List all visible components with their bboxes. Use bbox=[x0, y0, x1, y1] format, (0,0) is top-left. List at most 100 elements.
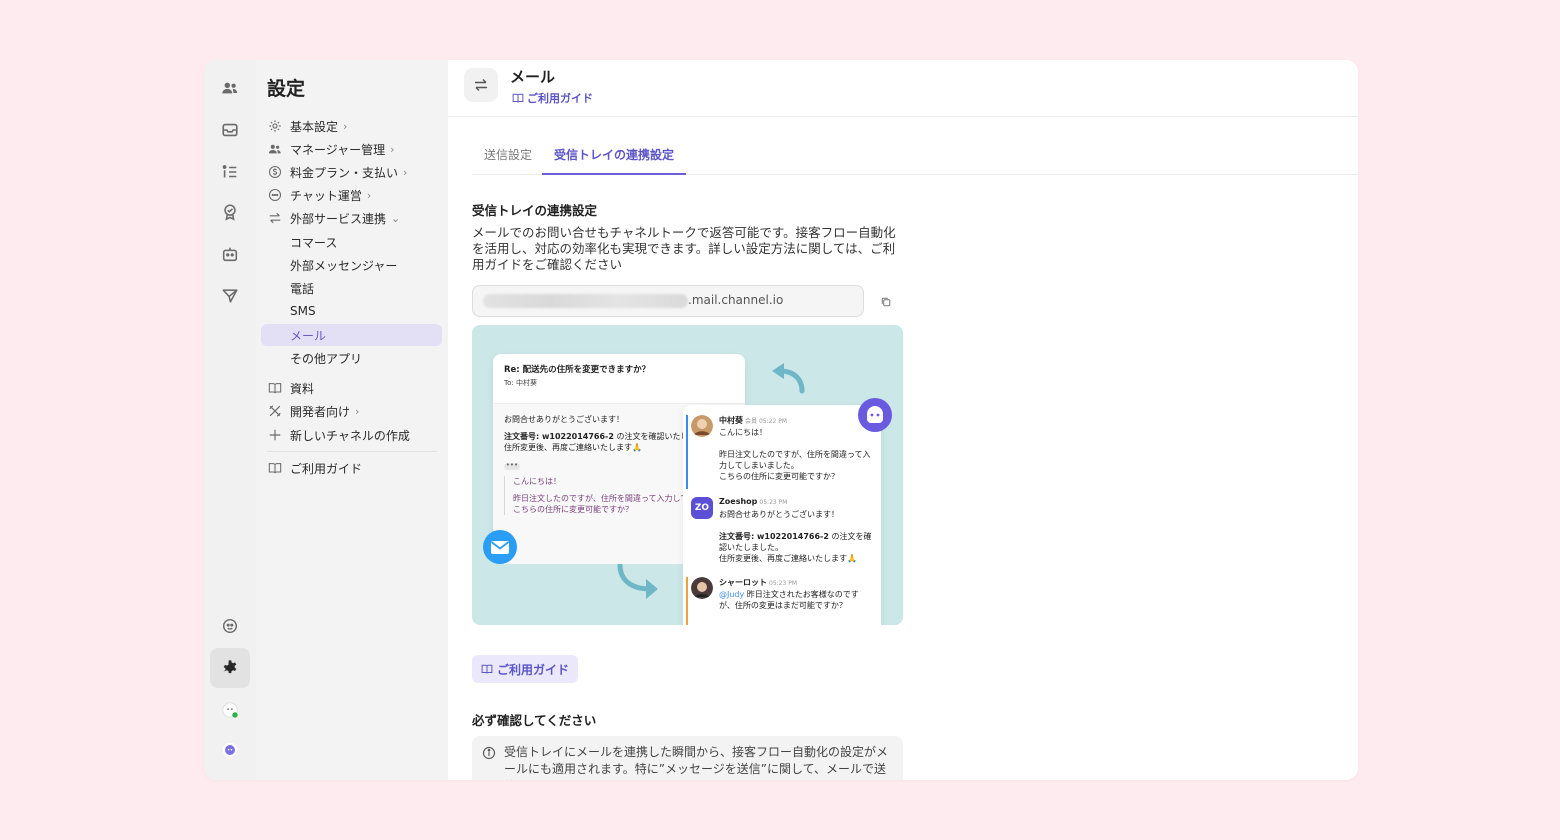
chevron-right-icon: › bbox=[390, 142, 395, 156]
plus-icon bbox=[267, 427, 283, 443]
channel-avatar-icon[interactable] bbox=[210, 690, 250, 730]
header-guide-link[interactable]: ご利用ガイド bbox=[512, 90, 593, 106]
nav-item-new-channel[interactable]: 新しいチャネルの作成 bbox=[261, 424, 442, 446]
app-window: 設定 基本設定 › マネージャー管理 › 料金プラン・支払い › チャット運営 … bbox=[204, 60, 1358, 780]
tab-send-settings[interactable]: 送信設定 bbox=[472, 147, 544, 173]
integration-illustration: Re: 配送先の住所を変更できますか？ To: 中村葵 お問合せありがとうござい… bbox=[472, 325, 903, 625]
nav-label: 開発者向け bbox=[290, 404, 351, 419]
dollar-icon bbox=[267, 164, 283, 180]
order-number: 注文番号: w1022014766-2 bbox=[719, 532, 829, 541]
settings-sidebar: 設定 基本設定 › マネージャー管理 › 料金プラン・支払い › チャット運営 … bbox=[256, 60, 449, 780]
send-icon[interactable] bbox=[210, 276, 250, 316]
message-time: 05:23 PM bbox=[769, 580, 797, 587]
thread-bar bbox=[686, 577, 688, 625]
nav-label: SMS bbox=[290, 304, 316, 318]
email-domain: .mail.channel.io bbox=[688, 293, 784, 307]
inbox-icon[interactable] bbox=[210, 110, 250, 150]
people-icon bbox=[267, 141, 283, 157]
chat-icon bbox=[267, 187, 283, 203]
chevron-right-icon: › bbox=[366, 188, 372, 202]
book-icon bbox=[512, 93, 524, 103]
nav-label: 電話 bbox=[290, 281, 315, 296]
nav-item-mail[interactable]: メール bbox=[261, 324, 442, 346]
page-header: メール ご利用ガイド bbox=[448, 60, 1358, 117]
chat-message: シャーロット 05:23 PM @Judy 昨日注文されたお客様なのですが、住所の… bbox=[691, 577, 876, 625]
gear-icon bbox=[267, 118, 283, 134]
message-time: 05:23 PM bbox=[759, 499, 788, 506]
nav-divider bbox=[267, 451, 437, 452]
email-address-field[interactable]: .mail.channel.io bbox=[472, 285, 864, 317]
nav-item-phone[interactable]: 電話 bbox=[261, 277, 442, 299]
nav-label: 料金プラン・支払い bbox=[290, 165, 399, 180]
nav-item-basic-settings[interactable]: 基本設定 › bbox=[261, 115, 442, 137]
channel-bot-icon bbox=[858, 398, 892, 432]
customer-avatar bbox=[691, 415, 713, 437]
agent-avatar bbox=[691, 577, 713, 599]
copy-icon[interactable] bbox=[880, 293, 894, 307]
chevron-right-icon: › bbox=[403, 165, 408, 179]
nav-item-guide[interactable]: ご利用ガイド bbox=[261, 457, 442, 479]
chevron-right-icon: › bbox=[355, 404, 360, 418]
swap-icon bbox=[464, 68, 498, 102]
main-content: メール ご利用ガイド 送信設定 受信トレイの連携設定 受信トレイの連携設定 メー… bbox=[448, 60, 1358, 780]
member-tag: 会員 bbox=[745, 418, 758, 425]
nav-label: ご利用ガイド bbox=[290, 461, 363, 476]
help-bot-icon[interactable] bbox=[210, 606, 250, 646]
sender-name: Zoeshop bbox=[719, 497, 758, 506]
sidebar-title: 設定 bbox=[267, 78, 306, 100]
tools-icon bbox=[267, 403, 283, 419]
nav-label: チャット運営 bbox=[290, 188, 362, 203]
user-avatar-icon[interactable] bbox=[210, 730, 250, 770]
nav-item-external-messenger[interactable]: 外部メッセンジャー bbox=[261, 254, 442, 276]
nav-item-other-apps[interactable]: その他アプリ bbox=[261, 347, 442, 369]
nav-item-billing[interactable]: 料金プラン・支払い › bbox=[261, 161, 442, 183]
message-text: こんにちは！ 昨日注文したのですが、住所を間違って入力してしまいました。 こちら… bbox=[719, 428, 871, 481]
mention: @Judy bbox=[719, 590, 745, 599]
zoeshop-logo: ZO bbox=[691, 497, 713, 519]
nav-label: 新しいチャネルの作成 bbox=[290, 428, 410, 443]
forward-arrow-icon bbox=[617, 562, 658, 599]
nav-item-chat-ops[interactable]: チャット運営 › bbox=[261, 184, 442, 206]
nav-label: メール bbox=[290, 328, 327, 343]
must-check-title: 必ず確認してください bbox=[472, 713, 597, 728]
nav-item-external-services[interactable]: 外部サービス連携 ⌄ bbox=[261, 207, 442, 229]
nav-label: 基本設定 bbox=[290, 119, 339, 134]
email-subject: Re: 配送先の住所を変更できますか？ bbox=[504, 365, 651, 375]
bot-icon[interactable] bbox=[210, 234, 250, 274]
book-icon bbox=[481, 664, 493, 674]
page-title: メール bbox=[510, 68, 556, 86]
nav-label: 外部メッセンジャー bbox=[290, 258, 398, 273]
nav-item-developers[interactable]: 開発者向け › bbox=[261, 400, 442, 422]
chat-message: ZO Zoeshop 05:23 PM お問合せありがとうございます！ 注文番号:… bbox=[691, 497, 876, 569]
tab-bar: 送信設定 受信トレイの連携設定 bbox=[472, 140, 1358, 175]
sender-name: 中村葵 bbox=[719, 416, 743, 425]
message-text-block: お問合せありがとうございます！ 注文番号: w1022014766-2 の注文を… bbox=[719, 509, 874, 564]
nav-item-docs[interactable]: 資料 bbox=[261, 377, 442, 399]
chat-message: 中村葵 会員 05:22 PM こんにちは！ 昨日注文したのですが、住所を間違って入… bbox=[691, 415, 876, 495]
section-description: メールでのお問い合せもチャネルトークで返答可能です。接客フロー自動化を活用し、対… bbox=[472, 225, 896, 272]
nav-label: 資料 bbox=[290, 381, 315, 396]
order-number: 注文番号: w1022014766-2 bbox=[504, 432, 614, 441]
mail-icon bbox=[483, 530, 517, 564]
nav-label: その他アプリ bbox=[290, 351, 363, 366]
tab-inbox-integration[interactable]: 受信トレイの連携設定 bbox=[542, 147, 687, 175]
settings-icon[interactable] bbox=[210, 648, 250, 688]
contacts-icon[interactable] bbox=[210, 68, 250, 108]
guide-button-label: ご利用ガイド bbox=[496, 662, 569, 677]
badge-icon[interactable] bbox=[210, 192, 250, 232]
nav-item-managers[interactable]: マネージャー管理 › bbox=[261, 138, 442, 160]
nav-label: マネージャー管理 bbox=[290, 142, 386, 157]
nav-label: 外部サービス連携 bbox=[290, 211, 387, 226]
list-icon[interactable] bbox=[210, 152, 250, 192]
swap-icon bbox=[267, 210, 283, 226]
message-time: 05:22 PM bbox=[759, 418, 788, 425]
nav-item-commerce[interactable]: コマース bbox=[261, 231, 442, 253]
blurred-address bbox=[483, 294, 688, 308]
email-to: To: 中村葵 bbox=[504, 379, 537, 387]
info-icon bbox=[482, 746, 496, 760]
nav-item-sms[interactable]: SMS bbox=[261, 300, 442, 322]
guide-button[interactable]: ご利用ガイド bbox=[472, 655, 578, 683]
thread-bar bbox=[686, 415, 688, 489]
chevron-down-icon: ⌄ bbox=[391, 211, 401, 225]
chevron-right-icon: › bbox=[343, 119, 348, 133]
